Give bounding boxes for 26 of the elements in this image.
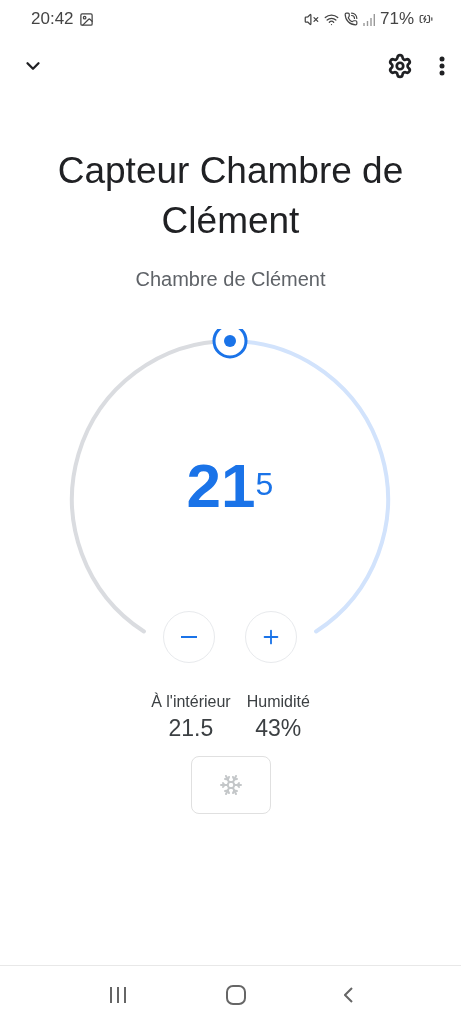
- settings-icon: [387, 53, 413, 79]
- minus-icon: [181, 636, 197, 638]
- battery-percentage: 71%: [379, 9, 414, 29]
- back-button[interactable]: [343, 987, 353, 1003]
- image-icon: [78, 11, 94, 27]
- room-name: Chambre de Clément: [134, 268, 327, 291]
- snowflake-icon: [218, 773, 243, 797]
- more-icon: [439, 56, 445, 76]
- signal-icon: [362, 12, 375, 26]
- stat-value: 21.5: [168, 715, 214, 742]
- back-icon: [343, 987, 353, 1003]
- stat-label: À l'intérieur: [151, 693, 231, 711]
- target-temperature: 21$^{5}$: [186, 451, 274, 520]
- clock-time: 20:42: [31, 9, 74, 29]
- mute-icon: [303, 11, 319, 27]
- stat-value: 43%: [255, 715, 302, 742]
- phone-icon: [343, 12, 358, 26]
- home-icon[interactable]: [225, 984, 247, 1006]
- more-options-button[interactable]: [439, 56, 445, 76]
- wifi-icon: [323, 11, 339, 27]
- device-title: Capteur Chambre de Clément: [56, 149, 405, 243]
- settings-button[interactable]: [387, 53, 413, 79]
- dial-thumb[interactable]: [212, 329, 248, 359]
- stat-label: Humidité: [246, 693, 310, 711]
- battery-icon: [419, 12, 433, 26]
- recent-apps-icon[interactable]: [108, 986, 129, 1004]
